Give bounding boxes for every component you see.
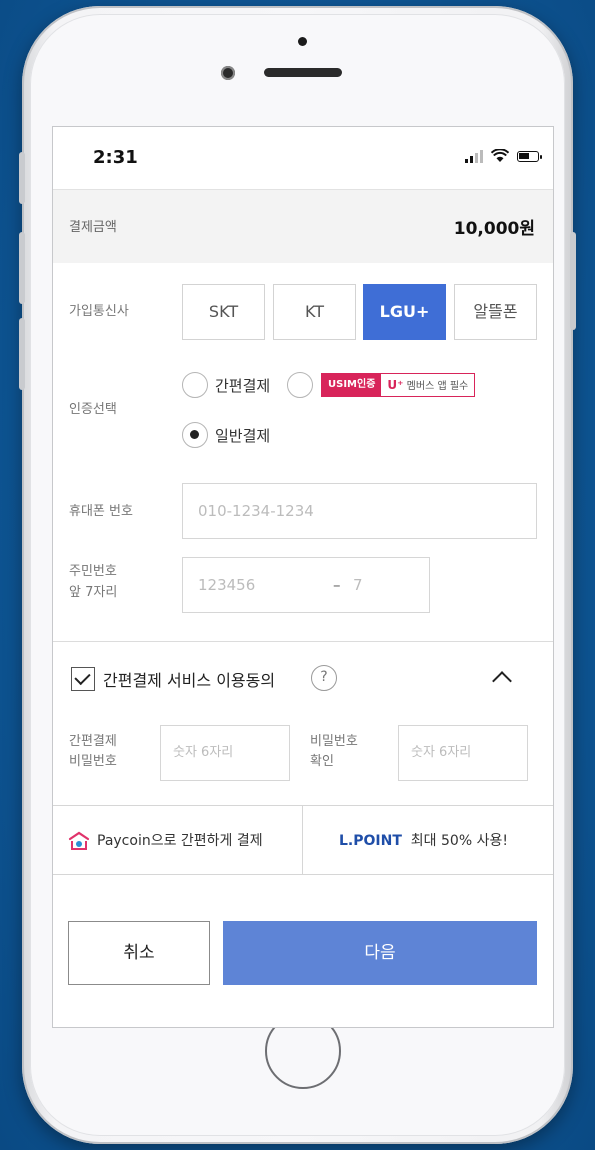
paycoin-logo-icon	[68, 831, 90, 850]
paycoin-text: Paycoin으로 간편하게 결제	[97, 833, 263, 849]
resident-front-placeholder: 123456	[198, 576, 256, 594]
phone-number-input[interactable]: 010-1234-1234	[182, 483, 537, 539]
auth-label: 인증선택	[69, 402, 117, 417]
wifi-icon	[491, 149, 509, 162]
signal-icon	[465, 149, 483, 163]
phone-side-button	[19, 232, 25, 304]
carrier-option-mvno[interactable]: 알뜰폰	[454, 284, 537, 340]
section-divider	[53, 641, 553, 642]
carrier-option-kt[interactable]: KT	[273, 284, 356, 340]
agree-checkbox[interactable]	[71, 667, 95, 691]
lpoint-offer: 최대 50% 사용!	[410, 833, 508, 849]
usim-badge: USIM인증 U⁺ 멤버스 앱 필수	[321, 373, 476, 397]
battery-icon	[517, 150, 542, 162]
auth-option-easy-label: 간편결제	[215, 377, 271, 395]
lpoint-promo[interactable]: L.POINT 최대 50% 사용!	[303, 806, 553, 874]
promo-bar: Paycoin으로 간편하게 결제 L.POINT 최대 50% 사용!	[53, 805, 553, 875]
cancel-button[interactable]: 취소	[68, 921, 210, 985]
usim-text: U⁺ 멤버스 앱 필수	[381, 374, 474, 396]
easy-password-input[interactable]: 숫자 6자리	[160, 725, 290, 781]
amount-row: 결제금액 10,000원	[53, 189, 553, 263]
resident-number-input[interactable]: 123456 – 7	[182, 557, 430, 613]
carrier-label: 가입통신사	[69, 304, 129, 319]
next-button[interactable]: 다음	[223, 921, 537, 985]
status-icons	[465, 149, 542, 163]
easy-pw-label-line2: 비밀번호	[69, 754, 117, 769]
resident-label-line2: 앞 7자리	[69, 585, 118, 600]
payment-screen: 2:31 결제금액 10,000원 가입통신사 SKT KT LGU+ 알뜰폰 …	[52, 126, 554, 1028]
phone-side-button	[19, 318, 25, 390]
lpoint-text: L.POINT 최대 50% 사용!	[339, 830, 508, 850]
proximity-sensor	[298, 37, 307, 46]
amount-value: 10,000원	[453, 219, 535, 239]
agree-label[interactable]: 간편결제 서비스 이용동의	[103, 667, 275, 691]
lpoint-logo: L.POINT	[339, 833, 402, 849]
resident-label-line1: 주민번호	[69, 564, 117, 579]
usim-requirement: 멤버스 앱 필수	[406, 381, 469, 392]
confirm-pw-label-line2: 확인	[310, 754, 334, 769]
auth-option-normal-label: 일반결제	[215, 427, 271, 445]
auth-radio-usim[interactable]	[287, 372, 313, 398]
confirm-password-input[interactable]: 숫자 6자리	[398, 725, 528, 781]
status-time: 2:31	[93, 147, 138, 168]
uplus-logo: U⁺	[387, 378, 404, 392]
resident-back-placeholder: 7	[353, 576, 363, 594]
paycoin-promo[interactable]: Paycoin으로 간편하게 결제	[53, 806, 303, 874]
phone-side-button	[570, 232, 576, 330]
carrier-option-skt[interactable]: SKT	[182, 284, 265, 340]
auth-radio-easy[interactable]	[182, 372, 208, 398]
amount-label: 결제금액	[69, 220, 117, 235]
phone-side-button	[19, 152, 25, 204]
confirm-pw-label-line1: 비밀번호	[310, 734, 358, 749]
carrier-option-lgu[interactable]: LGU+	[363, 284, 446, 340]
easy-pw-label-line1: 간편결제	[69, 734, 117, 749]
help-icon[interactable]: ?	[311, 665, 337, 691]
chevron-up-icon[interactable]	[492, 671, 512, 691]
earpiece-speaker	[264, 68, 342, 77]
auth-radio-normal[interactable]	[182, 422, 208, 448]
front-camera	[221, 66, 235, 80]
usim-tag: USIM인증	[322, 374, 382, 396]
status-bar: 2:31	[53, 127, 553, 189]
resident-dash: –	[333, 576, 341, 594]
phone-number-label: 휴대폰 번호	[69, 504, 133, 519]
